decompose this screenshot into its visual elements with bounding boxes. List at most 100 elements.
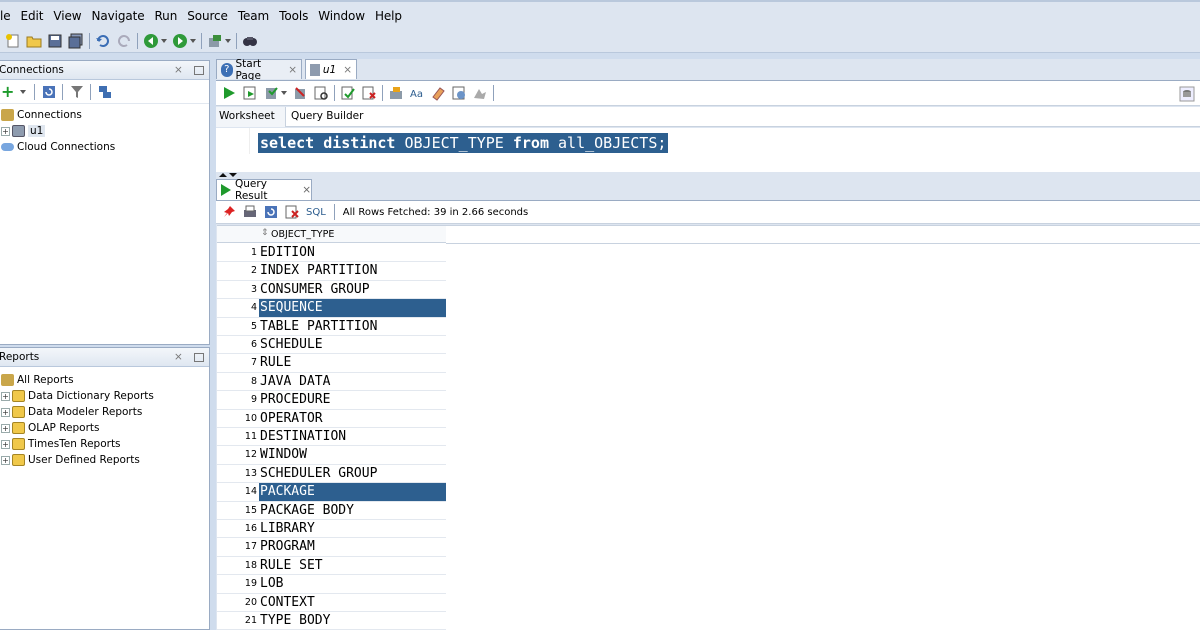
table-row[interactable]: 12 WINDOW <box>217 446 446 465</box>
menu-item-window[interactable]: Window <box>318 9 365 23</box>
table-row[interactable]: 1 EDITION <box>217 244 446 263</box>
result-grid[interactable]: ⇕ OBJECT_TYPE 1 EDITION 2 INDEX PARTITION 3 C… <box>217 225 446 630</box>
cell-object-type[interactable]: SCHEDULER GROUP <box>259 465 446 483</box>
refresh-icon[interactable] <box>263 204 279 220</box>
chevron-down-icon[interactable] <box>225 38 231 43</box>
menu-item-tools[interactable]: Tools <box>279 9 308 23</box>
tab-worksheet[interactable]: Worksheet <box>216 107 286 127</box>
minimize-icon[interactable] <box>194 352 204 362</box>
sort-icon[interactable]: ⇕ <box>261 228 269 238</box>
table-row[interactable]: 15 PACKAGE BODY <box>217 502 446 520</box>
chevron-down-icon[interactable] <box>161 38 167 43</box>
tree-item-cloud-connections[interactable]: Cloud Connections <box>0 139 209 155</box>
table-row[interactable]: 18 RULE SET <box>217 557 446 576</box>
table-row[interactable]: 4 SEQUENCE <box>217 299 446 318</box>
menu-item-edit[interactable]: Edit <box>21 9 44 23</box>
close-icon[interactable]: × <box>343 64 352 76</box>
tree-item-data-dictionary-reports[interactable]: + Data Dictionary Reports <box>0 388 209 404</box>
print-icon[interactable] <box>242 204 258 220</box>
history-icon[interactable] <box>451 85 467 101</box>
minimize-icon[interactable] <box>194 65 204 75</box>
editor-splitter[interactable] <box>216 172 1200 178</box>
cell-object-type[interactable]: JAVA DATA <box>259 373 446 391</box>
cell-object-type[interactable]: PROGRAM <box>259 538 446 556</box>
cell-object-type[interactable]: TYPE BODY <box>259 612 446 630</box>
cell-object-type[interactable]: OPERATOR <box>259 410 446 428</box>
cell-object-type[interactable]: LIBRARY <box>259 520 446 538</box>
sql-tuning-icon[interactable] <box>388 85 404 101</box>
table-row[interactable]: 7 RULE <box>217 354 446 373</box>
menu-item-run[interactable]: Run <box>154 9 177 23</box>
tree-item-data-modeler-reports[interactable]: + Data Modeler Reports <box>0 404 209 420</box>
commit-icon[interactable] <box>263 85 279 101</box>
connection-selector-icon[interactable] <box>1179 86 1195 102</box>
undo-icon[interactable] <box>95 33 111 49</box>
cancel-icon[interactable] <box>284 204 300 220</box>
clear-icon[interactable] <box>361 85 377 101</box>
cell-object-type[interactable]: PACKAGE <box>259 483 446 502</box>
tree-item-u1[interactable]: + u1 <box>0 123 209 139</box>
open-icon[interactable] <box>26 33 42 49</box>
menu-item-le[interactable]: le <box>0 9 11 23</box>
back-icon[interactable] <box>143 33 159 49</box>
schema-browser-icon[interactable] <box>97 84 113 100</box>
refresh-icon[interactable] <box>41 84 57 100</box>
cell-object-type[interactable]: RULE SET <box>259 557 446 575</box>
expand-icon[interactable]: + <box>1 391 10 401</box>
expand-icon[interactable]: + <box>1 439 10 449</box>
table-row[interactable]: 11 DESTINATION <box>217 428 446 447</box>
table-row[interactable]: 20 CONTEXT <box>217 594 446 612</box>
cell-object-type[interactable]: INDEX PARTITION <box>259 262 446 280</box>
sql-editor[interactable]: select distinct OBJECT_TYPE from all_OBJ… <box>216 128 1200 172</box>
table-row[interactable]: 5 TABLE PARTITION <box>217 318 446 336</box>
table-row[interactable]: 8 JAVA DATA <box>217 373 446 392</box>
tree-item-connections[interactable]: Connections <box>0 107 209 123</box>
menu-item-team[interactable]: Team <box>238 9 269 23</box>
cell-object-type[interactable]: LOB <box>259 575 446 593</box>
save-icon[interactable] <box>47 33 63 49</box>
cell-object-type[interactable]: WINDOW <box>259 446 446 464</box>
menu-item-view[interactable]: View <box>53 9 81 23</box>
cell-object-type[interactable]: CONTEXT <box>259 594 446 612</box>
menu-item-navigate[interactable]: Navigate <box>91 9 144 23</box>
cell-object-type[interactable]: RULE <box>259 354 446 372</box>
cell-object-type[interactable]: DESTINATION <box>259 428 446 446</box>
table-row[interactable]: 10 OPERATOR <box>217 410 446 428</box>
autotrace-icon[interactable] <box>340 85 356 101</box>
pin-icon[interactable] <box>221 204 237 220</box>
explain-plan-icon[interactable] <box>313 85 329 101</box>
table-row[interactable]: 21 TYPE BODY <box>217 612 446 630</box>
cell-object-type[interactable]: PACKAGE BODY <box>259 502 446 520</box>
cell-object-type[interactable]: EDITION <box>259 244 446 262</box>
table-row[interactable]: 13 SCHEDULER GROUP <box>217 465 446 484</box>
table-row[interactable]: 3 CONSUMER GROUP <box>217 281 446 300</box>
run-script-icon[interactable] <box>242 85 258 101</box>
tab-u1[interactable]: u1 × <box>305 59 357 79</box>
cell-object-type[interactable]: CONSUMER GROUP <box>259 281 446 299</box>
new-icon[interactable] <box>5 33 21 49</box>
tab-start-page[interactable]: ? Start Page × <box>216 58 302 82</box>
save-all-icon[interactable] <box>68 33 84 49</box>
table-row[interactable]: 9 PROCEDURE <box>217 391 446 410</box>
cell-object-type[interactable]: TABLE PARTITION <box>259 318 446 336</box>
redo-icon[interactable] <box>116 33 132 49</box>
sql-icon[interactable] <box>207 33 223 49</box>
tree-item-timesten-reports[interactable]: + TimesTen Reports <box>0 436 209 452</box>
table-row[interactable]: 14 PACKAGE <box>217 483 446 502</box>
chevron-down-icon[interactable] <box>20 89 27 94</box>
table-row[interactable]: 19 LOB <box>217 575 446 594</box>
cell-object-type[interactable]: PROCEDURE <box>259 391 446 409</box>
tree-item-user-defined-reports[interactable]: + User Defined Reports <box>0 452 209 468</box>
expand-icon[interactable]: + <box>1 407 10 417</box>
add-connection-icon[interactable]: + <box>1 82 14 101</box>
menu-item-help[interactable]: Help <box>375 9 402 23</box>
table-row[interactable]: 16 LIBRARY <box>217 520 446 539</box>
rollback-icon[interactable] <box>292 85 308 101</box>
cell-object-type[interactable]: SCHEDULE <box>259 336 446 354</box>
close-icon[interactable]: × <box>288 64 297 76</box>
forward-icon[interactable] <box>172 33 188 49</box>
to-upper-icon[interactable]: Aa <box>409 85 425 101</box>
tab-query-builder[interactable]: Query Builder <box>291 110 363 122</box>
expand-icon[interactable]: + <box>1 423 10 433</box>
eraser-icon[interactable] <box>430 85 446 101</box>
